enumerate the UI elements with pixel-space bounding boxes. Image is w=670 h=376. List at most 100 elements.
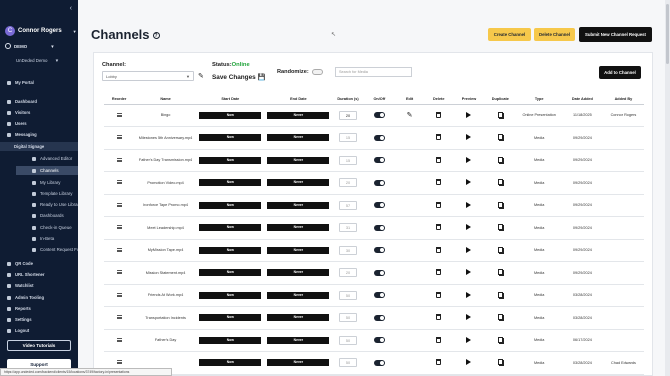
drag-handle-icon[interactable] [116, 112, 122, 117]
duration-input[interactable]: 20 [339, 268, 358, 278]
scrollbar-thumb[interactable] [666, 4, 669, 64]
start-date-field[interactable]: Now [199, 179, 262, 187]
on-off-toggle[interactable] [373, 269, 385, 276]
user-menu[interactable]: C Connor Rogers ▼ [5, 26, 77, 36]
play-icon[interactable] [466, 179, 472, 186]
start-date-field[interactable]: Now [199, 314, 262, 322]
sidebar-item-settings[interactable]: Settings [0, 315, 78, 324]
play-icon[interactable] [466, 201, 472, 208]
play-icon[interactable] [466, 269, 472, 276]
end-date-field[interactable]: Never [267, 314, 330, 322]
duplicate-icon[interactable] [497, 201, 503, 208]
on-off-toggle[interactable] [373, 202, 385, 209]
save-changes-button[interactable]: Save Changes 💾 [212, 73, 265, 81]
sidebar-item-watchlist[interactable]: Watchlist [0, 281, 78, 290]
delete-channel-button[interactable]: Delete Channel [534, 28, 575, 41]
video-tutorials-button[interactable]: Video Tutorials [7, 340, 71, 351]
sidebar-item-admin-tooling[interactable]: Admin Tooling [0, 293, 78, 302]
start-date-field[interactable]: Now [199, 359, 262, 367]
end-date-field[interactable]: Never [267, 134, 330, 142]
end-date-field[interactable]: Never [267, 201, 330, 209]
duration-input[interactable]: 57 [339, 200, 358, 210]
duplicate-icon[interactable] [497, 156, 503, 163]
play-icon[interactable] [466, 246, 472, 253]
end-date-field[interactable]: Never [267, 269, 330, 277]
duration-input[interactable]: 31 [339, 223, 358, 233]
play-icon[interactable] [466, 314, 472, 321]
duration-input[interactable]: 50 [339, 313, 358, 323]
drag-handle-icon[interactable] [116, 247, 122, 252]
sidebar-item-messaging[interactable]: Messaging [0, 130, 78, 139]
drag-handle-icon[interactable] [116, 315, 122, 320]
trash-icon[interactable] [436, 111, 442, 118]
trash-icon[interactable] [436, 359, 442, 366]
duplicate-icon[interactable] [497, 224, 503, 231]
start-date-field[interactable]: Now [199, 156, 262, 164]
duplicate-icon[interactable] [497, 179, 503, 186]
drag-handle-icon[interactable] [116, 135, 122, 140]
drag-handle-icon[interactable] [116, 202, 122, 207]
play-icon[interactable] [466, 291, 472, 298]
create-channel-button[interactable]: Create Channel [488, 28, 531, 41]
end-date-field[interactable]: Never [267, 179, 330, 187]
duration-input[interactable]: 50 [339, 358, 358, 368]
edit-icon[interactable]: ✎ [407, 112, 413, 119]
start-date-field[interactable]: Now [199, 201, 262, 209]
trash-icon[interactable] [436, 224, 442, 231]
duplicate-icon[interactable] [497, 314, 503, 321]
end-date-field[interactable]: Never [267, 224, 330, 232]
org-selector[interactable]: DEMO ▼ [5, 43, 55, 49]
end-date-field[interactable]: Never [267, 246, 330, 254]
trash-icon[interactable] [436, 179, 442, 186]
start-date-field[interactable]: Now [199, 269, 262, 277]
duration-input[interactable]: 50 [339, 290, 358, 300]
duplicate-icon[interactable] [497, 359, 503, 366]
start-date-field[interactable]: Now [199, 224, 262, 232]
drag-handle-icon[interactable] [116, 360, 122, 365]
end-date-field[interactable]: Never [267, 359, 330, 367]
on-off-toggle[interactable] [373, 292, 385, 299]
help-icon[interactable]: ? [152, 32, 160, 40]
on-off-toggle[interactable] [373, 157, 385, 164]
play-icon[interactable] [466, 336, 472, 343]
drag-handle-icon[interactable] [116, 180, 122, 185]
on-off-toggle[interactable] [373, 134, 385, 141]
sidebar-item-digital-signage[interactable]: Digital Signage [0, 142, 78, 151]
drag-handle-icon[interactable] [116, 157, 122, 162]
duplicate-icon[interactable] [497, 269, 503, 276]
on-off-toggle[interactable] [373, 224, 385, 231]
start-date-field[interactable]: Now [199, 336, 262, 344]
trash-icon[interactable] [436, 291, 442, 298]
drag-handle-icon[interactable] [116, 337, 122, 342]
start-date-field[interactable]: Now [199, 291, 262, 299]
media-search-input[interactable]: Search for Media [335, 67, 412, 77]
submit-channel-request-button[interactable]: Submit New Channel Request [579, 27, 652, 42]
duration-input[interactable]: 30 [339, 245, 358, 255]
duration-input[interactable]: 20 [339, 110, 358, 120]
start-date-field[interactable]: Now [199, 246, 262, 254]
sidebar-item-qr-code[interactable]: QR Code [0, 259, 78, 268]
duplicate-icon[interactable] [497, 134, 503, 141]
duration-input[interactable]: 15 [339, 155, 358, 165]
duration-input[interactable]: 50 [339, 335, 358, 345]
sidebar-item-users[interactable]: Users [0, 119, 78, 128]
sidebar-item-logout[interactable]: Logout [0, 326, 78, 335]
trash-icon[interactable] [436, 314, 442, 321]
on-off-toggle[interactable] [373, 359, 385, 366]
start-date-field[interactable]: Now [199, 134, 262, 142]
page-scrollbar[interactable] [665, 0, 670, 376]
on-off-toggle[interactable] [373, 179, 385, 186]
end-date-field[interactable]: Never [267, 336, 330, 344]
on-off-toggle[interactable] [373, 112, 385, 119]
play-icon[interactable] [466, 359, 472, 366]
end-date-field[interactable]: Never [267, 111, 330, 119]
randomize-toggle[interactable] [311, 69, 323, 75]
duplicate-icon[interactable] [497, 246, 503, 253]
play-icon[interactable] [466, 134, 472, 141]
play-icon[interactable] [466, 156, 472, 163]
drag-handle-icon[interactable] [116, 292, 122, 297]
duration-input[interactable]: 20 [339, 178, 358, 188]
play-icon[interactable] [466, 111, 472, 118]
sidebar-item-my-portal[interactable]: My Portal [0, 78, 78, 87]
trash-icon[interactable] [436, 246, 442, 253]
